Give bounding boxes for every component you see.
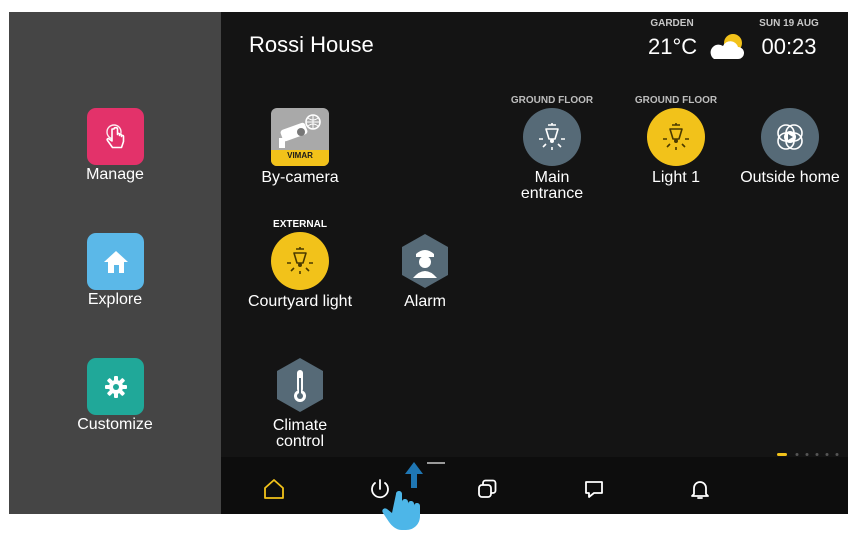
alarm-guard-icon	[396, 232, 454, 290]
sidebar-item-customize[interactable]: Customize	[9, 358, 221, 433]
tile-label: Courtyard light	[247, 293, 353, 310]
tile-caption: EXTERNAL	[273, 219, 327, 230]
bell-icon	[691, 481, 709, 499]
main-content: Rossi House GARDEN 21°C SUN 19 AUG 00:23	[221, 12, 848, 514]
tile-by-camera[interactable]: VIMAR By-camera	[245, 94, 355, 186]
weather-location: GARDEN	[650, 18, 694, 29]
scenario-play-icon	[761, 108, 819, 166]
tile-caption: GROUND FLOOR	[634, 95, 718, 106]
tile-label-line2: control	[275, 433, 325, 450]
tile-alarm[interactable]: Alarm	[370, 218, 480, 310]
tile-main-entrance[interactable]: GROUND FLOOR Main entrance	[497, 94, 607, 202]
tile-light-1[interactable]: GROUND FLOOR Light 1	[621, 94, 731, 186]
tile-climate-control[interactable]: Climate control	[245, 342, 355, 450]
sidebar-item-label: Explore	[87, 291, 143, 308]
sidebar-item-label: Customize	[77, 416, 153, 433]
home-icon	[264, 479, 284, 499]
tile-label: Climate	[272, 417, 328, 434]
sidebar: Manage Explore Customize	[9, 12, 221, 514]
tile-label: Light 1	[651, 169, 701, 186]
bottom-nav-bar	[221, 457, 848, 514]
sidebar-item-explore[interactable]: Explore	[9, 233, 221, 308]
swipe-up-hand-icon	[382, 462, 423, 530]
tile-caption: GROUND FLOOR	[510, 95, 594, 106]
tile-label: Alarm	[404, 293, 446, 310]
touch-hand-icon	[87, 108, 144, 165]
partly-cloudy-icon	[706, 32, 748, 67]
nav-home-button[interactable]	[259, 474, 289, 504]
device-screen: Manage Explore Customize Rossi House GAR…	[9, 12, 848, 514]
copy-icon	[478, 479, 497, 498]
tile-label-line2: entrance	[520, 185, 584, 202]
chat-icon	[585, 481, 603, 498]
tile-label: Main	[534, 169, 570, 186]
nav-chat-button[interactable]	[579, 474, 609, 504]
tile-courtyard-light[interactable]: EXTERNAL Courtyard light	[245, 218, 355, 310]
lightbulb-on-icon	[647, 108, 705, 166]
clock-time: 00:23	[761, 34, 817, 59]
tile-label: Outside home	[740, 169, 840, 186]
tile-label: By-camera	[261, 169, 339, 186]
lightbulb-off-icon	[523, 108, 581, 166]
weather-temperature: 21°C	[648, 34, 698, 59]
tile-outside-home[interactable]: Outside home	[735, 94, 845, 186]
nav-copy-button[interactable]	[472, 474, 502, 504]
weather-widget: GARDEN 21°C SUN 19 AUG 00:23	[648, 18, 838, 70]
nav-bell-button[interactable]	[685, 474, 715, 504]
sidebar-item-label: Manage	[86, 166, 144, 183]
home-icon	[87, 233, 144, 290]
gear-icon	[87, 358, 144, 415]
date-label: SUN 19 AUG	[759, 18, 819, 29]
thermometer-icon	[271, 356, 329, 414]
brand-logo: VIMAR	[287, 151, 313, 160]
page-title: Rossi House	[249, 32, 374, 57]
lightbulb-on-icon	[271, 232, 329, 290]
sidebar-item-manage[interactable]: Manage	[9, 108, 221, 183]
